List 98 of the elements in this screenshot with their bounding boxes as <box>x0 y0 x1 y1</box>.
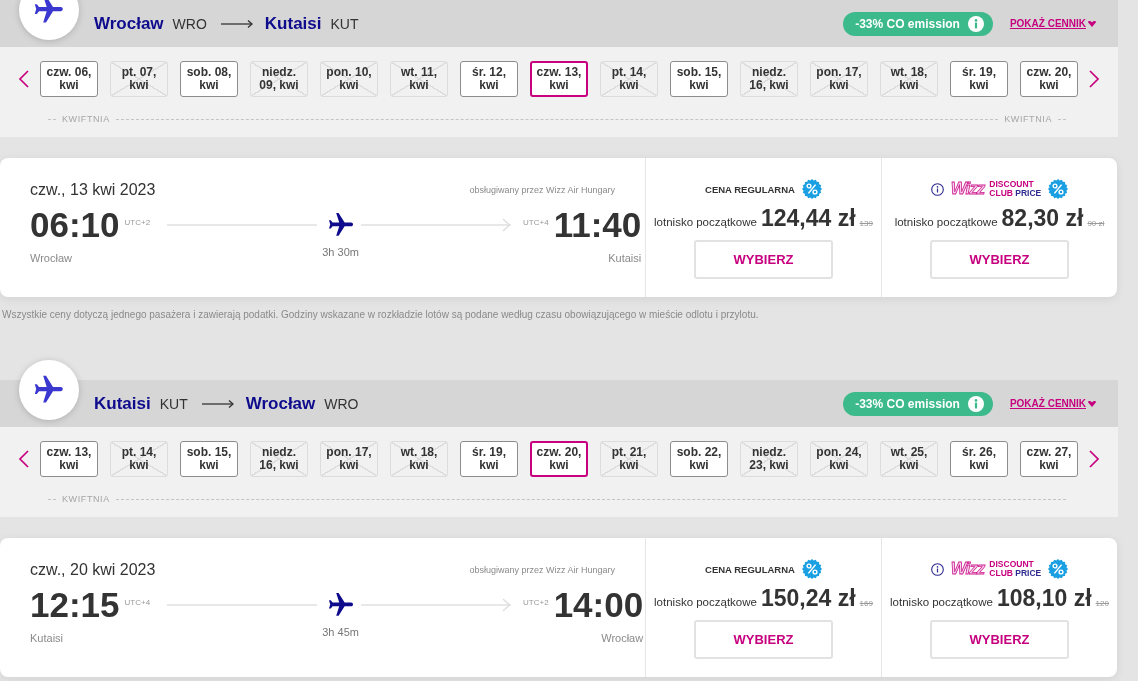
date-button[interactable]: pt. 07, kwi <box>110 61 168 97</box>
date-button[interactable]: niedz. 16, kwi <box>740 61 798 97</box>
arrival-city: Kutaisi <box>607 251 642 264</box>
old-price: 120 <box>1095 599 1109 608</box>
destination-code: WRO <box>324 395 359 412</box>
price-label: lotnisko początkowe <box>654 596 757 608</box>
fare-price: 150,24 zł <box>760 584 856 612</box>
timezone-label: UTC+4 <box>523 217 549 227</box>
date-button[interactable]: czw. 13, kwi <box>40 441 98 477</box>
date-button[interactable]: pon. 10, kwi <box>320 61 378 97</box>
select-button[interactable]: WYBIERZ <box>694 240 833 279</box>
origin-city: Wrocław <box>94 13 164 34</box>
arrival-city: Wrocław <box>600 631 644 644</box>
destination-city: Wrocław <box>245 393 316 414</box>
chevron-left-icon[interactable] <box>18 450 30 468</box>
date-button[interactable]: czw. 20, kwi <box>530 441 588 477</box>
fare-title: CENA REGULARNA <box>705 563 795 575</box>
percent-badge-icon <box>801 179 822 199</box>
date-button[interactable]: czw. 20, kwi <box>1020 61 1078 97</box>
destination-code: KUT <box>330 15 359 32</box>
origin-code: WRO <box>172 15 207 32</box>
chevron-right-icon[interactable] <box>1088 450 1100 468</box>
select-button[interactable]: WYBIERZ <box>930 240 1069 279</box>
date-button[interactable]: śr. 19, kwi <box>950 61 1008 97</box>
percent-badge-icon <box>1048 559 1069 579</box>
percent-badge-icon <box>1048 179 1069 199</box>
info-icon[interactable] <box>930 562 944 576</box>
month-label: KWIFTNIA <box>1004 114 1052 124</box>
airplane-icon <box>19 360 79 420</box>
flight-date: czw., 13 kwi 2023 <box>30 180 156 199</box>
timezone-label: UTC+4 <box>124 597 151 607</box>
select-button[interactable]: WYBIERZ <box>694 620 833 659</box>
departure-city: Wrocław <box>30 251 73 264</box>
fare-title: CENA REGULARNA <box>705 183 795 195</box>
airplane-icon <box>329 213 354 237</box>
arrival-time: 11:40 <box>553 205 642 245</box>
operator-text: obsługiwany przez Wizz Air Hungary <box>469 564 615 575</box>
airplane-icon <box>329 593 354 617</box>
price-label: lotnisko początkowe <box>654 216 757 228</box>
arrow-icon <box>201 398 234 409</box>
fare-price: 124,44 zł <box>760 204 856 232</box>
select-button[interactable]: WYBIERZ <box>930 620 1069 659</box>
date-button[interactable]: śr. 26, kwi <box>950 441 1008 477</box>
timezone-label: UTC+2 <box>523 597 549 607</box>
month-label: KWIFTNIA <box>62 494 110 504</box>
arrival-time: 14:00 <box>553 585 644 625</box>
date-button[interactable]: niedz. 23, kwi <box>740 441 798 477</box>
date-button[interactable]: sob. 15, kwi <box>670 61 728 97</box>
date-button[interactable]: wt. 18, kwi <box>390 441 448 477</box>
emission-text: -33% CO emission <box>855 396 960 411</box>
flight-duration: 3h 45m <box>322 626 359 640</box>
emission-text: -33% CO emission <box>855 16 960 31</box>
date-button[interactable]: czw. 27, kwi <box>1020 441 1078 477</box>
flight-date: czw., 20 kwi 2023 <box>30 560 156 579</box>
date-button[interactable]: czw. 06, kwi <box>40 61 98 97</box>
price-label: lotnisko początkowe <box>890 596 993 608</box>
date-button[interactable]: niedz. 16, kwi <box>250 441 308 477</box>
date-button[interactable]: sob. 15, kwi <box>180 441 238 477</box>
date-button[interactable]: wt. 11, kwi <box>390 61 448 97</box>
date-button[interactable]: niedz. 09, kwi <box>250 61 308 97</box>
fare-price: 108,10 zł <box>996 584 1092 612</box>
caret-icon <box>1088 20 1096 27</box>
date-button[interactable]: śr. 12, kwi <box>460 61 518 97</box>
chevron-left-icon[interactable] <box>18 70 30 88</box>
date-button[interactable]: pt. 14, kwi <box>110 441 168 477</box>
month-label: KWIFTNIA <box>62 114 110 124</box>
timezone-label: UTC+2 <box>124 217 151 227</box>
departure-city: Kutaisi <box>30 631 65 644</box>
date-button[interactable]: śr. 19, kwi <box>460 441 518 477</box>
date-button[interactable]: wt. 25, kwi <box>880 441 938 477</box>
old-price: 90 zł <box>1087 219 1105 228</box>
departure-time: 12:15 <box>30 585 120 625</box>
date-button[interactable]: pon. 17, kwi <box>320 441 378 477</box>
flight-duration: 3h 30m <box>322 246 359 260</box>
date-button[interactable]: pt. 14, kwi <box>600 61 658 97</box>
arrow-icon <box>220 18 253 29</box>
origin-city: Kutaisi <box>94 393 151 414</box>
date-button[interactable]: pt. 21, kwi <box>600 441 658 477</box>
price-list-link[interactable]: POKAŻ CENNIK <box>1009 18 1096 29</box>
price-label: lotnisko początkowe <box>894 216 998 228</box>
caret-icon <box>1088 400 1096 407</box>
destination-city: Kutaisi <box>264 13 322 34</box>
fare-price: 82,30 zł <box>1001 204 1084 232</box>
percent-badge-icon <box>801 559 822 579</box>
info-icon[interactable] <box>930 182 944 196</box>
date-button[interactable]: wt. 18, kwi <box>880 61 938 97</box>
date-button[interactable]: czw. 13, kwi <box>530 61 588 97</box>
old-price: 139 <box>859 219 873 228</box>
old-price: 169 <box>859 599 873 608</box>
date-button[interactable]: pon. 24, kwi <box>810 441 868 477</box>
operator-text: obsługiwany przez Wizz Air Hungary <box>469 184 615 195</box>
departure-time: 06:10 <box>30 205 120 245</box>
origin-code: KUT <box>159 395 188 412</box>
chevron-right-icon[interactable] <box>1088 70 1100 88</box>
date-button[interactable]: pon. 17, kwi <box>810 61 868 97</box>
date-button[interactable]: sob. 22, kwi <box>670 441 728 477</box>
date-button[interactable]: sob. 08, kwi <box>180 61 238 97</box>
price-list-link[interactable]: POKAŻ CENNIK <box>1009 398 1096 409</box>
